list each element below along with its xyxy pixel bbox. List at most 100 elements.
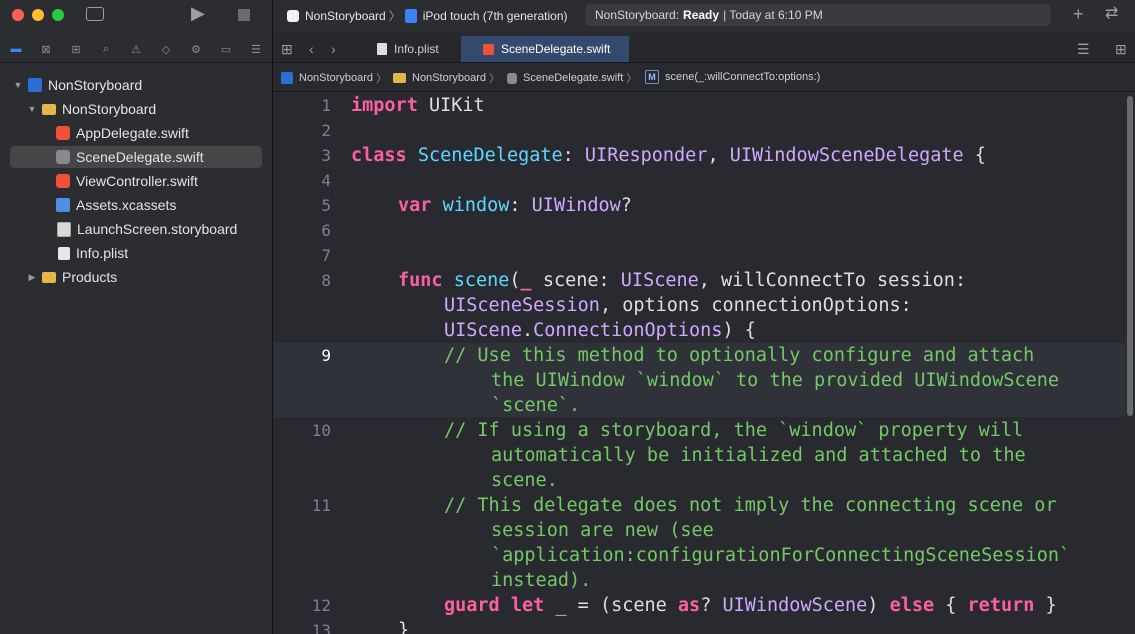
chevron-right-icon: 〉 <box>388 9 401 23</box>
code-text: ? <box>700 595 723 616</box>
test-navigator-icon[interactable]: ◇ <box>157 40 175 58</box>
report-navigator-icon[interactable]: ☰ <box>247 40 265 58</box>
source-editor[interactable]: 1 2 3 4 5 6 7 8 9 10 11 12 13 import UIK… <box>273 92 1135 634</box>
code-text: , willConnectTo session: <box>698 270 967 291</box>
minimize-window-button[interactable] <box>32 9 44 21</box>
comment-line: `scene`. <box>491 395 581 416</box>
comment-line: instead). <box>491 570 592 591</box>
code-text: ) <box>867 595 890 616</box>
scheme-selector[interactable]: NonStoryboard 〉 iPod touch (7th generati… <box>287 7 568 24</box>
keyword: guard <box>444 595 500 616</box>
code-text: { <box>963 145 986 166</box>
tree-item-launchscreen[interactable]: LaunchScreen.storyboard <box>57 218 237 240</box>
stop-icon[interactable] <box>238 9 250 21</box>
tree-item-label: NonStoryboard <box>62 101 157 117</box>
declaration: scene <box>453 270 510 291</box>
tree-item-infoplist[interactable]: Info.plist <box>58 242 128 264</box>
project-icon <box>28 78 42 92</box>
symbol-navigator-icon[interactable]: ⊞ <box>67 40 85 58</box>
tree-item-label: Assets.xcassets <box>76 197 177 213</box>
keyword: import <box>351 95 418 116</box>
scheme-app-label: NonStoryboard <box>305 8 386 23</box>
source-control-navigator-icon[interactable]: ⊠ <box>37 40 55 58</box>
breadcrumb-group[interactable]: NonStoryboard 〉 <box>393 70 503 86</box>
tree-item-label: Products <box>62 269 118 285</box>
line-number: 13 <box>311 621 331 634</box>
find-navigator-icon[interactable]: ⌕ <box>97 40 115 58</box>
sidebar-toggle-icon[interactable] <box>86 7 104 21</box>
tree-item-appdelegate[interactable]: AppDelegate.swift <box>56 122 189 144</box>
line-number: 6 <box>321 221 331 240</box>
split-editor-icon[interactable]: ⊞ <box>1115 41 1127 57</box>
zoom-window-button[interactable] <box>52 9 64 21</box>
line-number: 11 <box>311 496 331 515</box>
tab-info-plist[interactable]: Info.plist <box>365 36 461 62</box>
swift-file-icon <box>56 174 70 188</box>
tree-item-project[interactable]: ▼ NonStoryboard <box>12 74 143 96</box>
type-name: ConnectionOptions <box>533 320 723 341</box>
back-icon[interactable]: ‹ <box>309 41 314 57</box>
comment-line: // This delegate does not imply the conn… <box>444 495 1057 516</box>
tree-item-label: LaunchScreen.storyboard <box>77 221 238 237</box>
window-toolbar: NonStoryboard 〉 iPod touch (7th generati… <box>273 0 1135 32</box>
add-icon[interactable]: + <box>1073 5 1084 23</box>
swift-file-icon <box>483 43 494 55</box>
status-state: Ready <box>683 8 720 22</box>
tab-scenedelegate[interactable]: SceneDelegate.swift <box>461 36 629 62</box>
activity-status: NonStoryboard: Ready | Today at 6:10 PM <box>585 4 1051 26</box>
chevron-right-icon: 〉 <box>626 73 638 85</box>
tree-item-viewcontroller[interactable]: ViewController.swift <box>56 170 198 192</box>
editor-scrollbar[interactable] <box>1125 92 1135 634</box>
app-icon <box>287 9 299 22</box>
close-window-button[interactable] <box>12 9 24 21</box>
status-time: | Today at 6:10 PM <box>723 8 823 22</box>
debug-navigator-icon[interactable]: ⚙ <box>187 40 205 58</box>
comment-line: scene. <box>491 470 558 491</box>
plist-file-icon <box>58 246 70 260</box>
tree-item-scenedelegate[interactable]: SceneDelegate.swift <box>10 146 262 168</box>
tree-item-label: Info.plist <box>76 245 129 261</box>
code-text: scene: <box>531 270 621 291</box>
scheme-device-label[interactable]: iPod touch (7th generation) <box>423 9 568 23</box>
breakpoint-navigator-icon[interactable]: ▭ <box>217 40 235 58</box>
plist-file-icon <box>377 43 387 55</box>
window-toolbar-left: ▶ <box>0 0 272 32</box>
folder-icon <box>42 271 56 283</box>
swift-file-icon <box>507 72 517 84</box>
type-name: UIScene <box>444 320 522 341</box>
chevron-down-icon[interactable]: ▼ <box>26 104 38 114</box>
grid-icon[interactable]: ⊞ <box>281 41 293 57</box>
code-text: : <box>509 195 532 216</box>
code-text: ? <box>620 195 632 216</box>
tree-item-products[interactable]: ▶ Products <box>26 266 118 288</box>
breadcrumb: NonStoryboard 〉 NonStoryboard 〉 SceneDel… <box>273 63 1135 92</box>
comment-line: automatically be initialized and attache… <box>491 445 1026 466</box>
code-review-icon[interactable]: ⇄ <box>1105 6 1118 22</box>
chevron-right-icon[interactable]: ▶ <box>26 272 38 283</box>
forward-icon[interactable]: › <box>331 41 336 57</box>
breadcrumb-label: SceneDelegate.swift <box>523 72 624 84</box>
storyboard-file-icon <box>57 221 71 237</box>
breadcrumb-project[interactable]: NonStoryboard 〉 <box>281 70 390 86</box>
issue-navigator-icon[interactable]: ⚠ <box>127 40 145 58</box>
declaration: SceneDelegate <box>417 145 563 166</box>
tree-item-group[interactable]: ▼ NonStoryboard <box>26 98 157 120</box>
scrollbar-thumb[interactable] <box>1127 96 1133 416</box>
comment-line: session are new (see <box>491 520 714 541</box>
project-navigator-icon[interactable]: ▬ <box>7 40 25 58</box>
keyword: as <box>677 595 701 616</box>
breadcrumb-method[interactable]: M scene(_:willConnectTo:options:) <box>645 70 820 84</box>
code-line: guard let _ = (scene as? UIWindowScene) … <box>444 593 1057 618</box>
tree-item-label: SceneDelegate.swift <box>76 149 204 165</box>
keyword: var <box>398 195 432 216</box>
line-number: 7 <box>321 246 331 265</box>
chevron-down-icon[interactable]: ▼ <box>12 80 24 90</box>
breadcrumb-file[interactable]: SceneDelegate.swift 〉 <box>507 70 640 86</box>
code-line: UIScene.ConnectionOptions) { <box>444 318 756 343</box>
line-number: 1 <box>321 96 331 115</box>
editor-options-icon[interactable]: ☰ <box>1077 41 1090 57</box>
run-icon[interactable]: ▶ <box>191 4 205 22</box>
code-text: . <box>521 320 534 341</box>
tree-item-assets[interactable]: Assets.xcassets <box>56 194 176 216</box>
line-number: 2 <box>321 121 331 140</box>
